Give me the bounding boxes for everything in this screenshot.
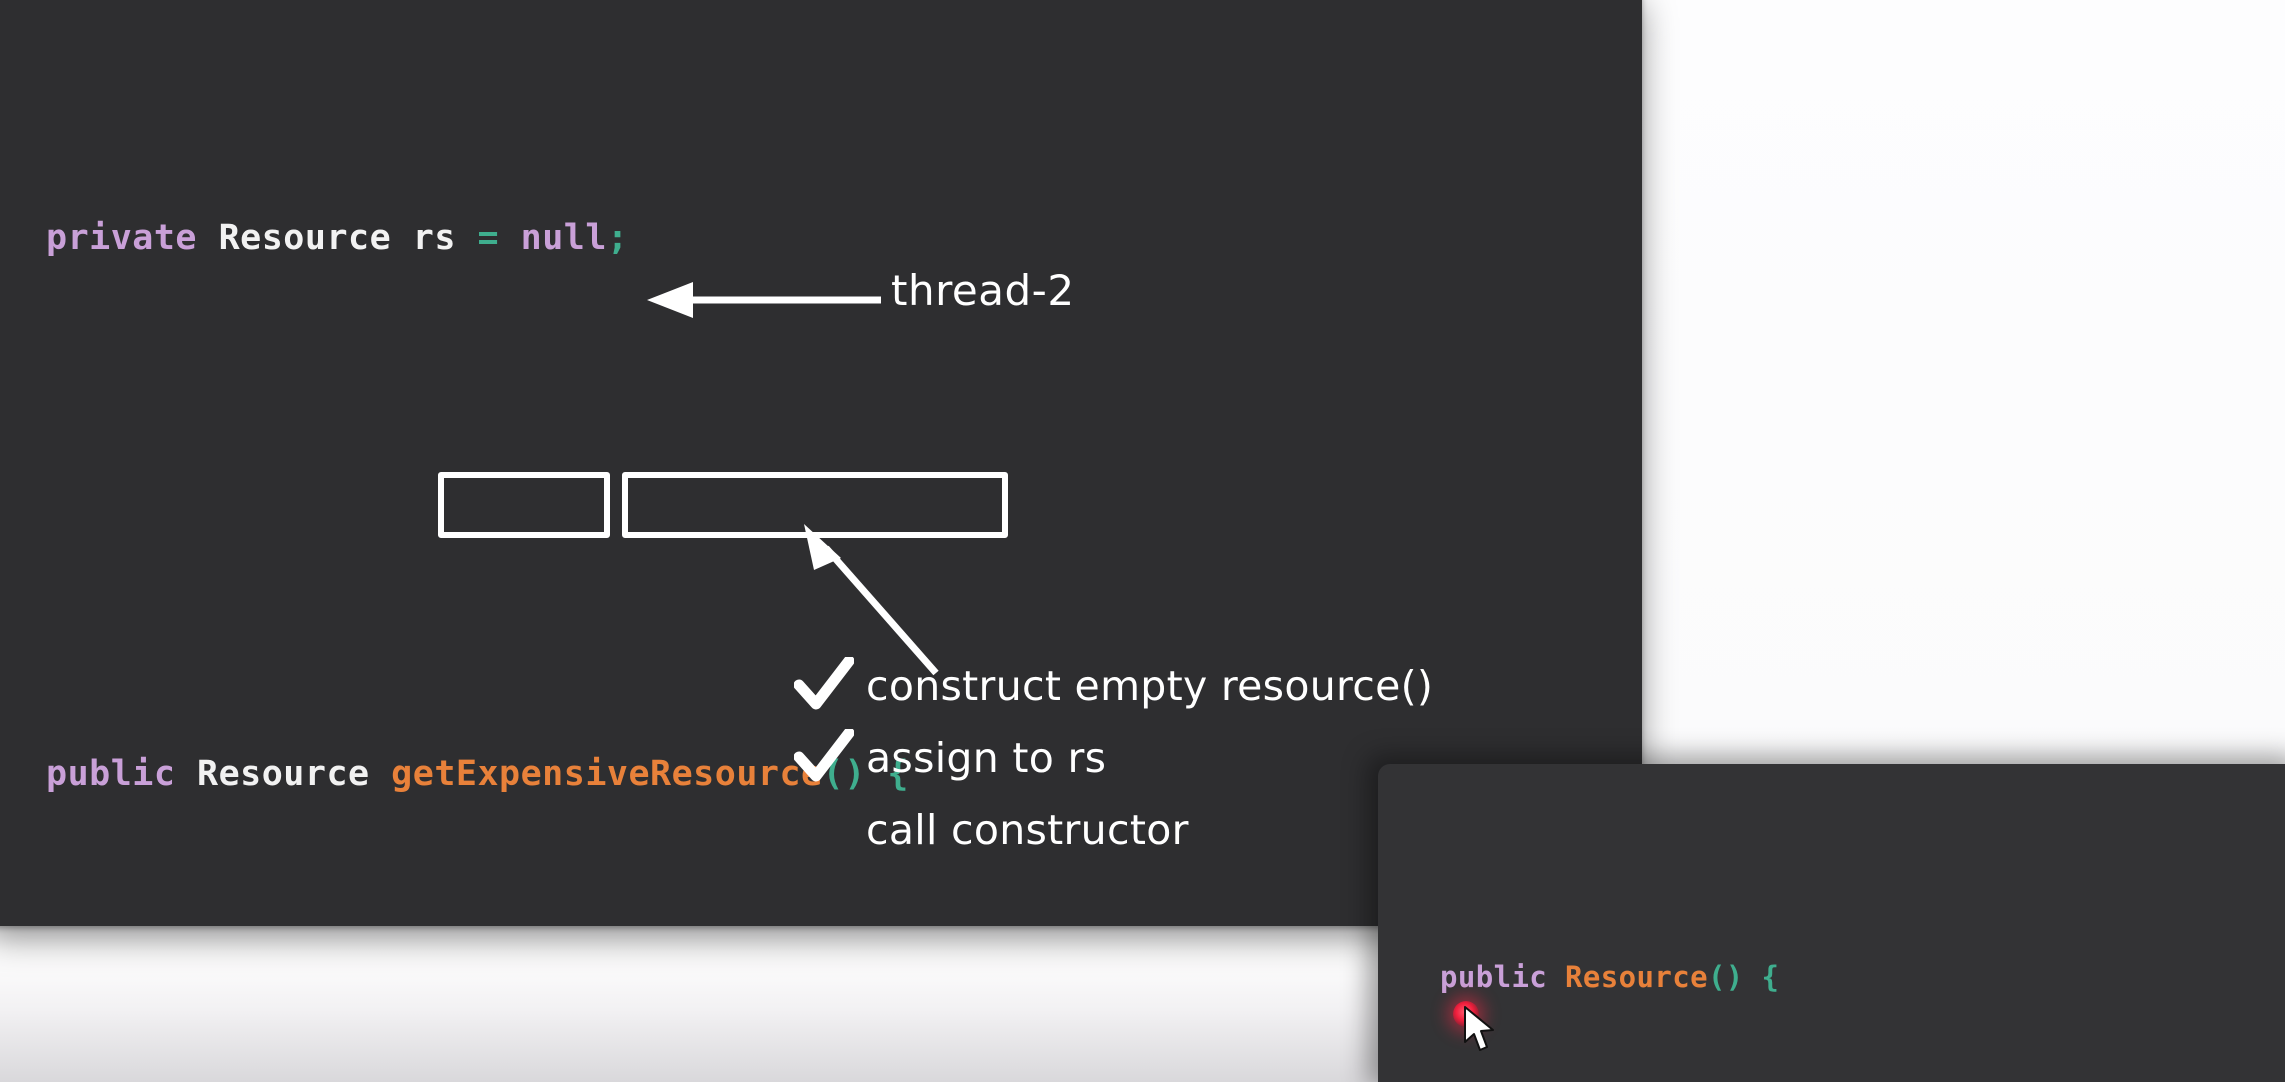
keyword-private: private: [46, 218, 198, 258]
method-name-getexpensiveresource: getExpensiveResource: [391, 754, 823, 794]
literal-null: null: [520, 218, 607, 258]
inset-constructor-panel: public Resource() { field1 = // some CPU…: [1378, 764, 2285, 1082]
check-icon: [794, 657, 854, 710]
slide-stage: private Resource rs = null; public Resou…: [0, 0, 2285, 1082]
check-mark-icon-2: [794, 729, 866, 787]
var-rs: rs: [412, 218, 456, 258]
inset-ctor-name: Resource: [1565, 960, 1708, 994]
code-line-3: public Resource getExpensiveResource() {: [46, 741, 909, 808]
inset-code-listing: public Resource() { field1 = // some CPU…: [1440, 788, 2083, 1082]
inset-parens: (): [1707, 960, 1744, 994]
return-type-resource: Resource: [197, 754, 370, 794]
check-mark-icon-1: [794, 657, 866, 715]
checklist-label-call-constructor: call constructor: [866, 806, 1189, 854]
thread2-label: thread-2: [891, 266, 1075, 315]
semicolon: ;: [606, 218, 629, 258]
thread2-arrow-icon: [647, 282, 881, 318]
inset-brace-open: {: [1761, 960, 1780, 994]
operator-assign: =: [477, 218, 500, 258]
check-icon: [794, 729, 854, 782]
type-resource: Resource: [218, 218, 392, 258]
checklist-item-construct: construct empty resource(): [794, 650, 1534, 722]
code-blank-1: [46, 473, 909, 540]
inset-keyword-public: public: [1440, 960, 1548, 994]
checklist-label-assign: assign to rs: [866, 734, 1107, 782]
main-code-listing: private Resource rs = null; public Resou…: [46, 4, 909, 926]
checklist-label-construct: construct empty resource(): [866, 662, 1434, 710]
code-line-1: private Resource rs = null;: [46, 205, 909, 272]
keyword-public: public: [46, 754, 176, 794]
inset-line-1: public Resource() {: [1440, 950, 2083, 1004]
